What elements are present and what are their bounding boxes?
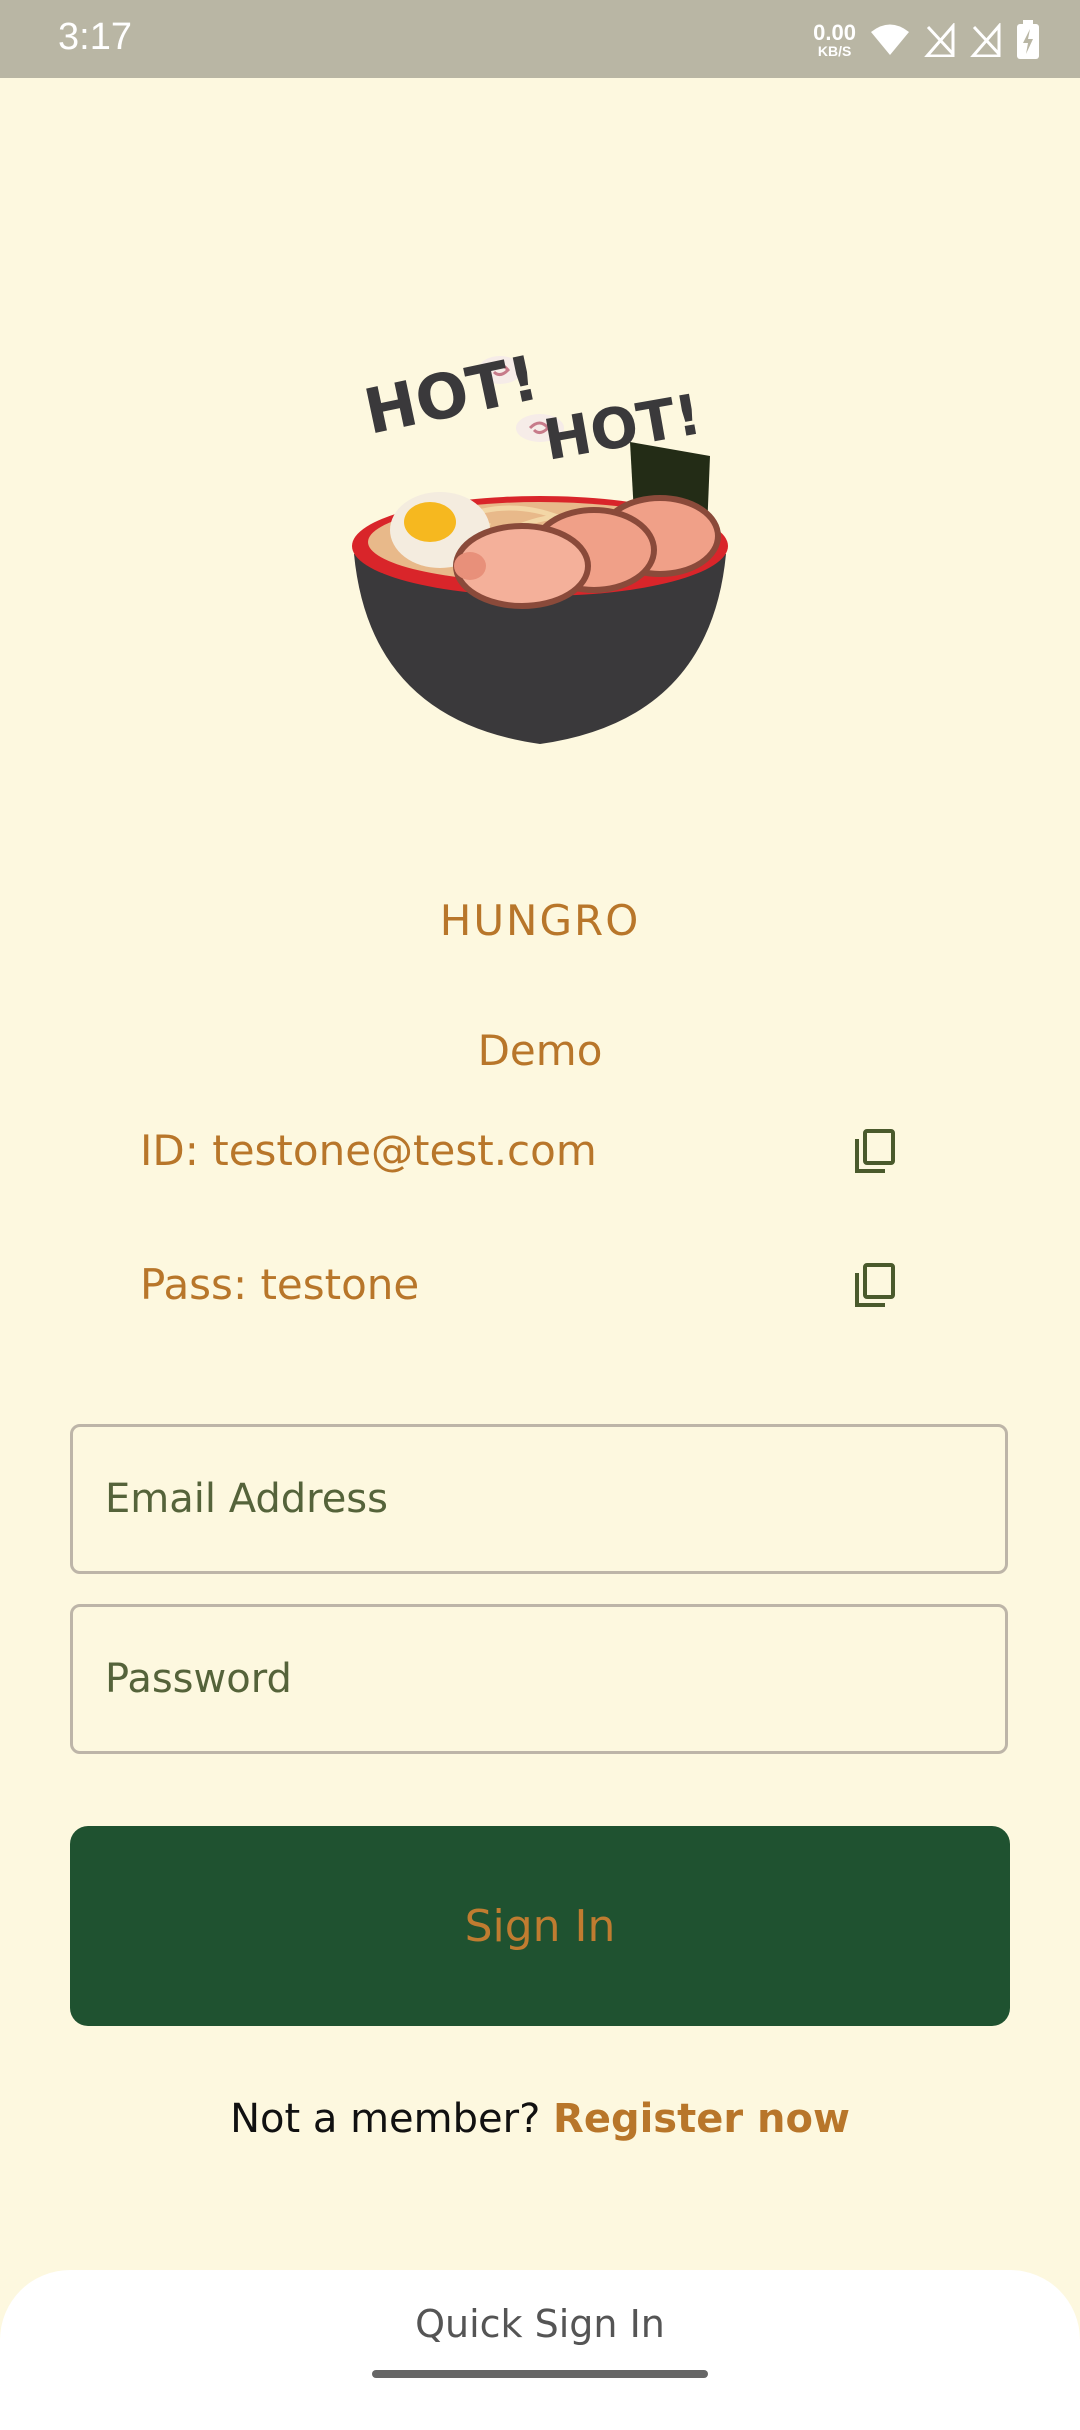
logo-hot-text-left: HOT! <box>358 341 545 449</box>
no-sim-icon <box>924 23 955 57</box>
copy-id-button[interactable] <box>840 1116 910 1186</box>
battery-charging-icon <box>1017 20 1039 59</box>
network-speed: 0.00 KB/S <box>813 20 856 59</box>
copy-icon <box>855 1129 895 1173</box>
demo-pass-text: Pass: testone <box>140 1260 420 1309</box>
status-time: 3:17 <box>58 16 132 58</box>
status-icons: 0.00 KB/S <box>813 18 1040 62</box>
password-field[interactable] <box>70 1604 1008 1754</box>
demo-pass-row: Pass: testone <box>140 1250 910 1320</box>
ramen-bowl-logo: HOT! HOT! <box>352 341 728 744</box>
register-now-link[interactable]: Register now <box>553 2096 850 2142</box>
app-name: HUNGRO <box>439 896 641 945</box>
demo-heading: Demo <box>477 1026 603 1075</box>
register-prompt-text: Not a member? <box>230 2096 554 2142</box>
demo-id-row: ID: testone@test.com <box>140 1116 910 1186</box>
quick-sign-in-sheet[interactable] <box>0 2270 1080 2430</box>
wifi-icon <box>871 24 909 55</box>
register-prompt: Not a member? Register now <box>0 2096 1080 2142</box>
network-speed-value: 0.00 <box>813 20 856 45</box>
sign-in-button[interactable]: Sign In <box>70 1826 1010 2026</box>
copy-icon <box>855 1263 895 1307</box>
sign-in-label: Sign In <box>464 1900 616 1952</box>
network-speed-unit: KB/S <box>817 43 852 59</box>
email-field[interactable] <box>70 1424 1008 1574</box>
status-bar: 3:17 0.00 KB/S <box>0 0 1080 78</box>
copy-pass-button[interactable] <box>840 1250 910 1320</box>
demo-id-text: ID: testone@test.com <box>140 1126 597 1175</box>
quick-sign-in-label[interactable]: Quick Sign In <box>0 2302 1080 2346</box>
home-indicator[interactable] <box>372 2370 708 2378</box>
no-sim-icon <box>970 23 1001 57</box>
